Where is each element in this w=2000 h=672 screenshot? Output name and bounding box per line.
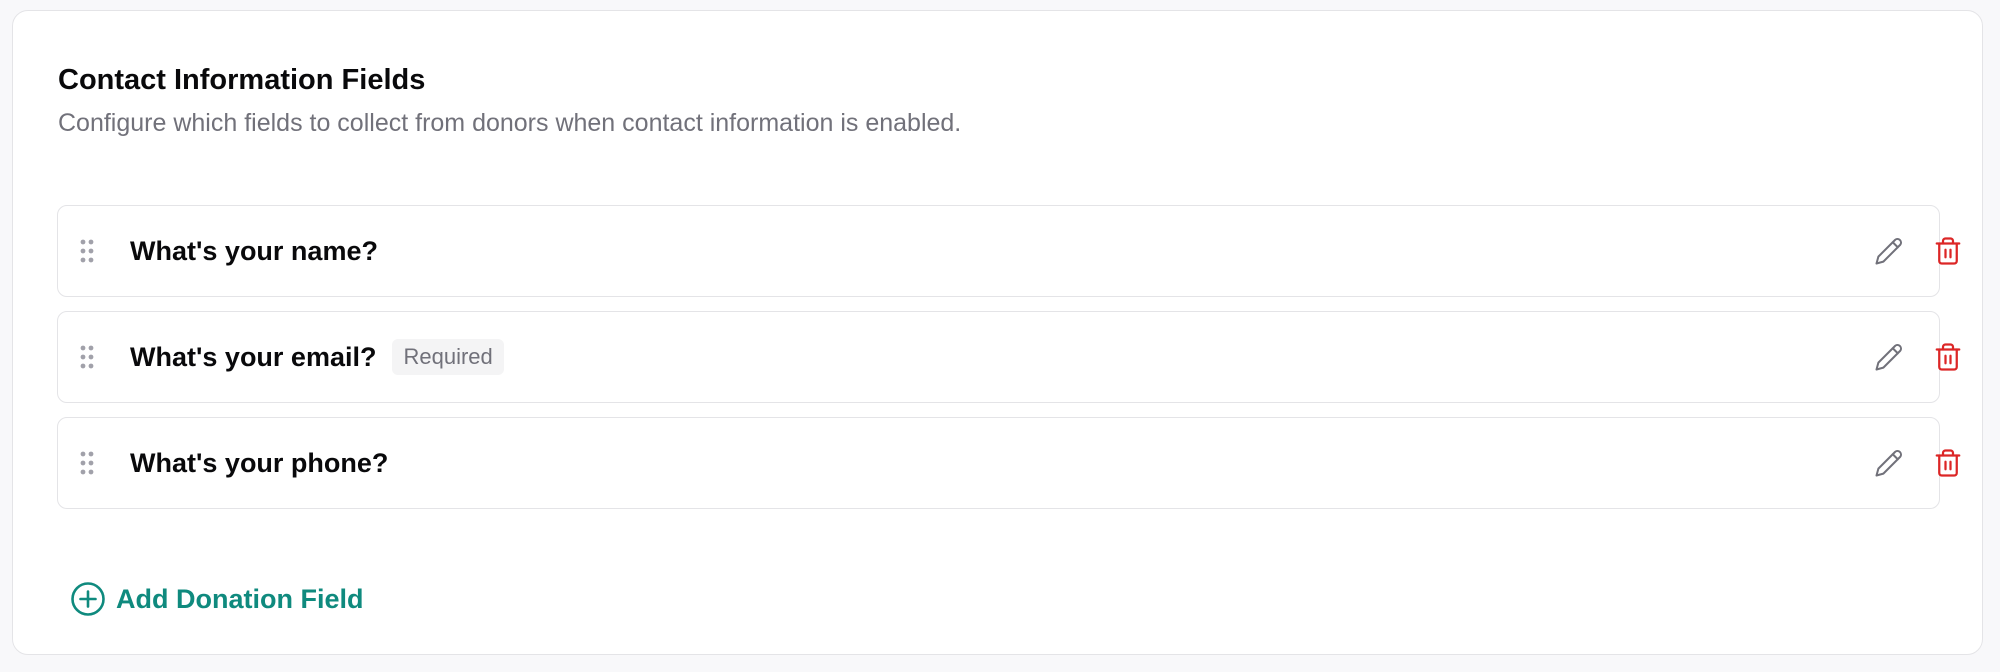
field-label: What's your email? Required — [130, 337, 504, 377]
field-label-text: What's your phone? — [130, 448, 389, 478]
drag-handle-icon[interactable] — [80, 345, 94, 369]
trash-icon — [1933, 448, 1963, 481]
field-row-phone[interactable]: What's your phone? — [57, 417, 1961, 509]
delete-field-button[interactable] — [1930, 446, 1966, 482]
contact-fields-card: Contact Information Fields Configure whi… — [12, 10, 1983, 655]
edit-field-button[interactable] — [1871, 446, 1907, 482]
trash-icon — [1933, 236, 1963, 269]
delete-field-button[interactable] — [1930, 234, 1966, 270]
edit-field-button[interactable] — [1871, 340, 1907, 376]
pencil-icon — [1874, 236, 1904, 269]
pencil-icon — [1874, 448, 1904, 481]
field-row-name[interactable]: What's your name? — [57, 205, 1961, 297]
section-subtitle: Configure which fields to collect from d… — [58, 109, 962, 137]
section-title: Contact Information Fields — [58, 64, 426, 96]
required-badge: Required — [392, 339, 504, 375]
delete-field-button[interactable] — [1930, 340, 1966, 376]
field-row-email[interactable]: What's your email? Required — [57, 311, 1961, 403]
drag-handle-icon[interactable] — [80, 239, 94, 263]
edit-field-button[interactable] — [1871, 234, 1907, 270]
add-donation-field-button[interactable]: Add Donation Field — [70, 581, 363, 617]
add-donation-field-label: Add Donation Field — [116, 584, 364, 614]
field-label: What's your name? — [130, 231, 378, 271]
field-label-text: What's your name? — [130, 236, 378, 266]
field-label: What's your phone? — [130, 443, 388, 483]
trash-icon — [1933, 342, 1963, 375]
field-list: What's your name? What's your email? Req… — [57, 205, 1961, 523]
field-label-text: What's your email? — [130, 342, 377, 372]
plus-circle-icon — [70, 581, 106, 617]
pencil-icon — [1874, 342, 1904, 375]
drag-handle-icon[interactable] — [80, 451, 94, 475]
